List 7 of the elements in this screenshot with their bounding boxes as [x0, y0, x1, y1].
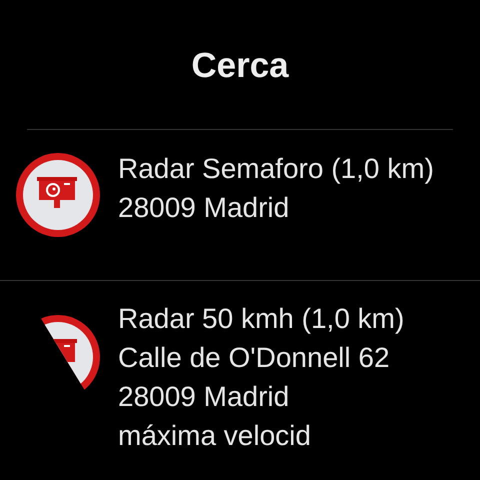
screen-title: Cerca — [190, 45, 290, 87]
place-detail: 28009 Madrid — [118, 191, 290, 225]
place-detail: máxima velocid — [118, 419, 312, 453]
place-title: Radar 50 kmh (1,0 km) — [118, 302, 406, 336]
place-detail: Calle de O'Donnell 62 — [118, 341, 391, 375]
place-detail: 28009 Madrid — [118, 380, 290, 414]
place-title: Radar Semaforo (1,0 km) — [118, 152, 435, 186]
